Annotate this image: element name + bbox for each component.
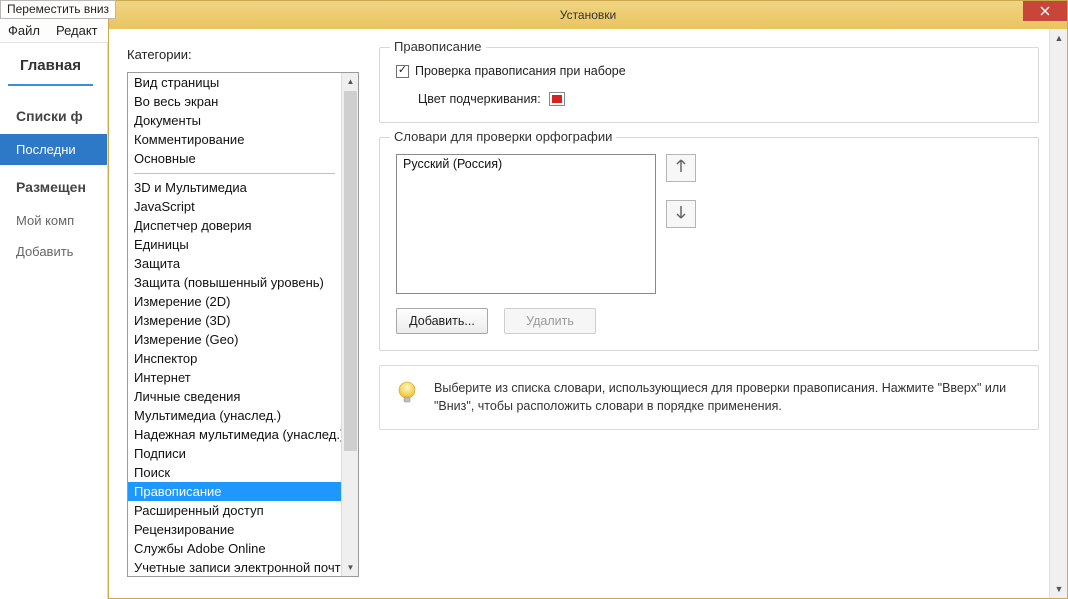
scroll-up-icon[interactable]: ▲ (342, 73, 359, 90)
check-spelling-label: Проверка правописания при наборе (415, 64, 626, 78)
category-item[interactable]: Измерение (2D) (128, 292, 341, 311)
dialog-titlebar[interactable]: Установки (109, 1, 1067, 29)
category-item[interactable]: Учетные записи электронной почты (128, 558, 341, 576)
categories-pane: Категории: Вид страницыВо весь экранДоку… (109, 29, 369, 598)
categories-listbox[interactable]: Вид страницыВо весь экранДокументыКоммен… (127, 72, 359, 577)
categories-scrollbar[interactable]: ▲ ▼ (341, 73, 358, 576)
dictionary-item[interactable]: Русский (Россия) (401, 156, 651, 172)
category-item[interactable]: Документы (128, 111, 341, 130)
lightbulb-icon (394, 380, 420, 406)
category-item[interactable]: Подписи (128, 444, 341, 463)
sidebar-section-location: Размещен (0, 165, 107, 205)
category-item[interactable]: Интернет (128, 368, 341, 387)
category-item[interactable]: Службы Adobe Online (128, 539, 341, 558)
check-spelling-checkbox[interactable] (396, 65, 409, 78)
categories-label: Категории: (127, 47, 359, 62)
sidebar-section-filelists: Списки ф (0, 94, 107, 134)
category-item[interactable]: Диспетчер доверия (128, 216, 341, 235)
category-item[interactable]: 3D и Мультимедиа (128, 178, 341, 197)
menu-file[interactable]: Файл (8, 23, 40, 38)
category-item[interactable]: Вид страницы (128, 73, 341, 92)
sidebar-item-mycomputer[interactable]: Мой комп (0, 205, 107, 236)
category-item[interactable]: Во весь экран (128, 92, 341, 111)
spelling-group-title: Правописание (390, 39, 486, 54)
dictionaries-group-title: Словари для проверки орфографии (390, 129, 616, 144)
category-item[interactable]: Защита (повышенный уровень) (128, 273, 341, 292)
hint-box: Выберите из списка словари, использующие… (379, 365, 1039, 430)
category-item[interactable]: Единицы (128, 235, 341, 254)
category-item[interactable]: Основные (128, 149, 341, 168)
category-item[interactable]: Рецензирование (128, 520, 341, 539)
category-item[interactable]: Измерение (3D) (128, 311, 341, 330)
tooltip-move-down: Переместить вниз (0, 0, 116, 19)
sidebar-item-recent[interactable]: Последни (0, 134, 107, 165)
category-item[interactable]: Комментирование (128, 130, 341, 149)
move-down-button[interactable] (666, 200, 696, 228)
category-item[interactable]: Измерение (Geo) (128, 330, 341, 349)
dialog-scroll-up-icon[interactable]: ▲ (1050, 29, 1068, 47)
dictionaries-group: Словари для проверки орфографии Русский … (379, 137, 1039, 351)
dialog-title: Установки (560, 8, 616, 22)
preferences-dialog: Установки Категории: Вид страницыВо весь… (108, 0, 1068, 599)
tab-main[interactable]: Главная (8, 43, 93, 86)
category-item[interactable]: Личные сведения (128, 387, 341, 406)
category-separator (134, 173, 335, 174)
hint-text: Выберите из списка словари, использующие… (434, 380, 1024, 415)
category-item[interactable]: Правописание (128, 482, 341, 501)
scroll-thumb[interactable] (344, 91, 357, 451)
close-button[interactable] (1023, 1, 1067, 21)
category-item[interactable]: Инспектор (128, 349, 341, 368)
category-item[interactable]: JavaScript (128, 197, 341, 216)
dialog-scrollbar[interactable]: ▲ ▼ (1049, 29, 1067, 598)
dictionaries-listbox[interactable]: Русский (Россия) (396, 154, 656, 294)
category-item[interactable]: Расширенный доступ (128, 501, 341, 520)
arrow-up-icon (675, 159, 687, 178)
arrow-down-icon (675, 205, 687, 224)
scroll-down-icon[interactable]: ▼ (342, 559, 359, 576)
underline-color-row: Цвет подчеркивания: (396, 92, 1022, 106)
remove-dictionary-button: Удалить (504, 308, 596, 334)
color-preview (552, 95, 562, 103)
settings-content: Правописание Проверка правописания при н… (369, 29, 1049, 598)
check-spelling-row: Проверка правописания при наборе (396, 64, 1022, 78)
menu-edit[interactable]: Редакт (56, 23, 98, 38)
add-dictionary-button[interactable]: Добавить... (396, 308, 488, 334)
dialog-scroll-down-icon[interactable]: ▼ (1050, 580, 1068, 598)
category-item[interactable]: Мультимедиа (унаслед.) (128, 406, 341, 425)
app-sidebar: Главная Списки ф Последни Размещен Мой к… (0, 43, 108, 599)
category-item[interactable]: Поиск (128, 463, 341, 482)
move-up-button[interactable] (666, 154, 696, 182)
underline-color-swatch[interactable] (549, 92, 565, 106)
sidebar-item-add[interactable]: Добавить (0, 236, 107, 267)
close-icon (1040, 4, 1050, 19)
spelling-group: Правописание Проверка правописания при н… (379, 47, 1039, 123)
underline-color-label: Цвет подчеркивания: (418, 92, 541, 106)
category-item[interactable]: Защита (128, 254, 341, 273)
category-item[interactable]: Надежная мультимедиа (унаслед.) (128, 425, 341, 444)
